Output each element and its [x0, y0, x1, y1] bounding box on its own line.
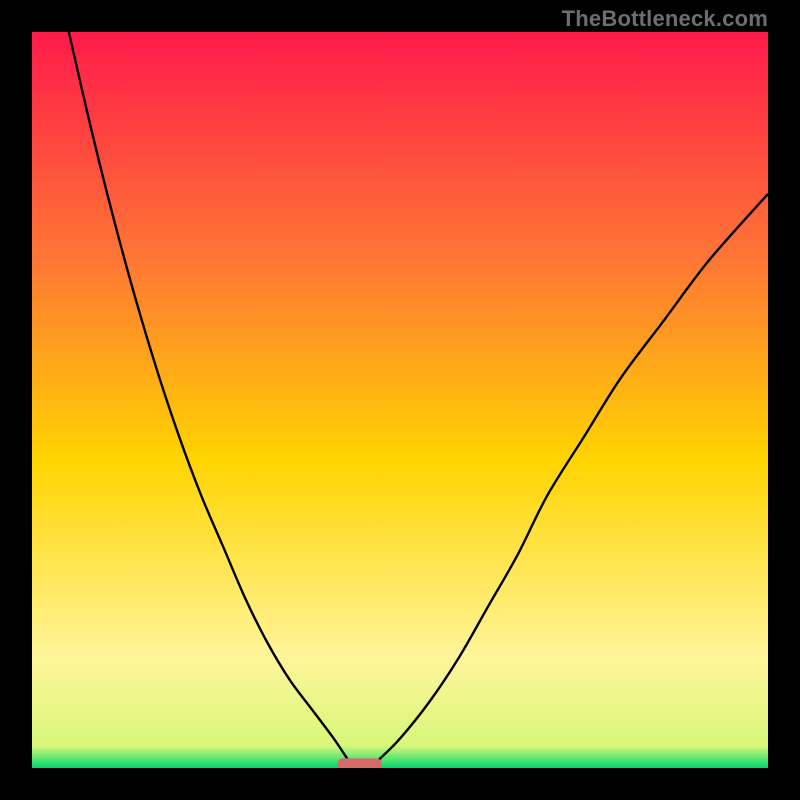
- minimum-marker: [337, 758, 381, 768]
- plot-area: [32, 32, 768, 768]
- chart-svg: [32, 32, 768, 768]
- outer-frame: TheBottleneck.com: [0, 0, 800, 800]
- watermark-text: TheBottleneck.com: [562, 6, 768, 32]
- gradient-background: [32, 32, 768, 768]
